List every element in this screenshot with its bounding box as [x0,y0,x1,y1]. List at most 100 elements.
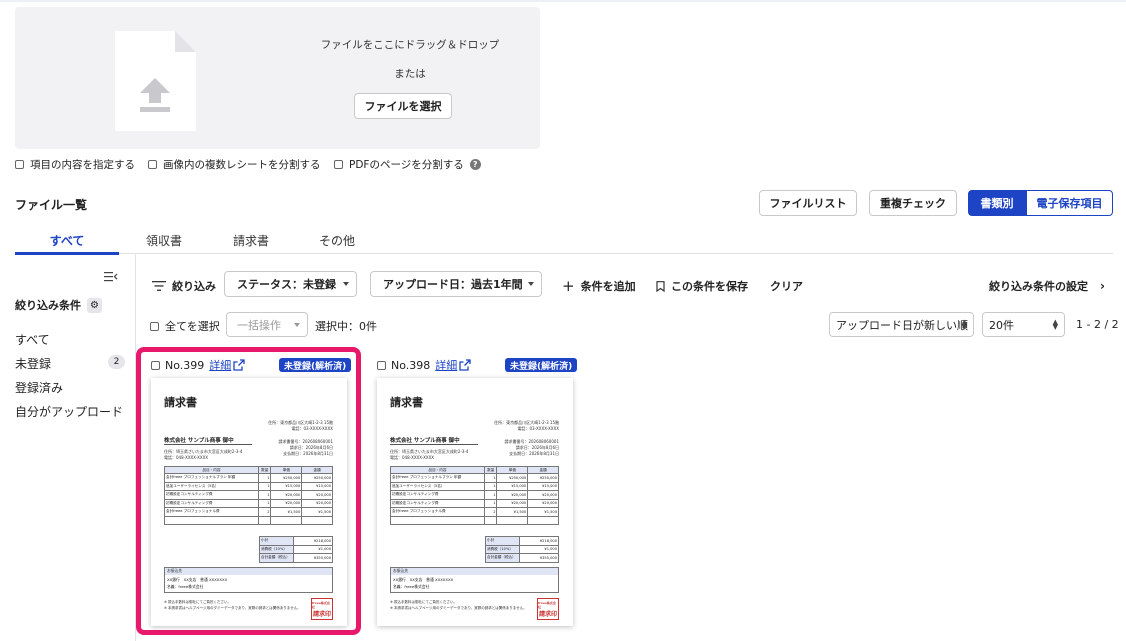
seal-text: 請求印 [538,610,557,618]
table-row: 会計freee プロフェッショナルプラン 年額 1 ¥250,000 ¥250,000 [164,473,333,483]
column-header: 数量 [483,466,498,474]
tab-receipt[interactable]: 領収書 [136,232,192,249]
tab-all[interactable]: すべて [15,232,119,249]
filter-settings-button[interactable]: 絞り込み条件の設定 › [989,278,1105,294]
table-cell: 初期設定コンサルティング費 [164,498,259,508]
card-checkbox[interactable] [377,360,386,370]
save-condition-button[interactable]: この条件を保存 [656,278,748,294]
company-seal: freee株式会社 請求印 [537,598,559,620]
chevron-right-icon: › [1100,279,1105,293]
option-split-pdf[interactable]: PDFのページを分割する ? [334,157,481,172]
invoice-thumbnail[interactable]: 請求書 住所：東京都品川区大崎1-2-3 15階 電話：03-XXXX-XXXX… [151,378,347,626]
by-type-toggle[interactable]: 書類別 [968,190,1026,216]
chevron-down-icon [343,282,349,286]
table-row: 初期設定コンサルティング費 1 ¥20,000 ¥20,000 [390,498,559,508]
card-checkbox[interactable] [151,360,160,370]
summary-value: ¥355,000 [519,553,559,563]
invoice-note: ※ 振込手数料は御社にてご負担ください。 [390,600,458,604]
table-row: 初期設定コンサルティング費 1 ¥20,000 ¥20,000 [164,498,333,508]
table-cell: ¥20,000 [527,498,559,508]
top-border [0,0,1126,2]
sidebar-item-registered[interactable]: 登録済み [15,379,63,396]
table-cell: ¥1,500 [496,507,529,517]
detail-link[interactable]: 詳細 [209,357,231,373]
option-specify-items[interactable]: 項目の内容を指定する [15,157,135,172]
tab-invoice[interactable]: 請求書 [223,232,279,249]
checkbox[interactable] [334,160,343,169]
table-cell: 1 [257,490,272,500]
card-header: No.398 詳細 [377,357,471,373]
table-cell: ¥15,000 [301,481,333,491]
table-cell: ¥20,000 [496,498,529,508]
external-link-icon[interactable] [233,359,245,371]
column-header: 単価 [496,466,529,474]
table-cell: ¥1,500 [527,507,559,517]
table-cell: 初期設定コンサルティング費 [164,490,259,500]
status-dropdown[interactable]: ステータス：未登録 [224,271,357,297]
table-cell: ¥250,000 [270,473,303,483]
sidebar-item-label: 未登録 [15,357,52,371]
detail-link[interactable]: 詳細 [435,357,457,373]
upload-dropzone[interactable]: ファイルをここにドラッグ＆ドロップ または ファイルを選択 [15,7,540,149]
per-page-dropdown[interactable]: 20件 ▲ ▼ [982,312,1065,337]
bookmark-icon [656,280,665,292]
table-header-row: 品目・内容 数量 単価 金額 [164,466,333,474]
bulk-action-dropdown[interactable]: 一括操作 [226,312,308,337]
selected-count: 選択中：0件 [315,320,377,333]
checkbox[interactable] [150,321,159,331]
count-badge: 2 [108,355,125,369]
column-header: 単価 [270,466,303,474]
table-cell [483,515,498,525]
bank-line: XX銀行 XX支店 普通 XXXXXXX [167,577,228,582]
seal-text: 請求印 [312,610,331,618]
checkbox[interactable] [15,160,24,169]
table-cell: 会計freee プロフェッショナルプラン 年額 [164,473,259,483]
sort-dropdown[interactable]: アップロード日が新しい順 ▲ ▼ [829,312,974,337]
table-cell: ¥15,000 [527,481,559,491]
updown-icon: ▲ ▼ [961,317,967,331]
summary-value: ¥218,000 [519,536,559,546]
e-storage-toggle[interactable]: 電子保存項目 [1026,190,1113,216]
updown-icon: ▲ ▼ [1052,317,1058,331]
duplicate-check-button[interactable]: 重複チェック [869,190,957,216]
sidebar-item-my-uploads[interactable]: 自分がアップロード [15,403,123,420]
table-row: 合計金額（税込） ¥355,000 [259,553,333,563]
save-condition-label: この条件を保存 [671,280,748,293]
upload-date-dropdown[interactable]: アップロード日：過去1年間 [370,271,542,297]
option-split-receipts[interactable]: 画像内の複数レシートを分割する [148,157,321,172]
recipient-name: 株式会社 サンプル商事 御中 [164,436,252,445]
collapse-sidebar-icon[interactable] [104,271,118,282]
table-row: 追加ユーザーライセンス（5名） 1 ¥15,000 ¥15,000 [390,481,559,491]
table-row: 消費税（10%） ¥1,000 [259,544,333,554]
add-condition-button[interactable]: + 条件を追加 [562,278,636,294]
select-file-button[interactable]: ファイルを選択 [354,93,452,119]
summary-label: 合計金額（税込） [259,553,294,563]
clear-button[interactable]: クリア [770,278,803,294]
table-cell: ¥20,000 [496,490,529,500]
upload-date-value: アップロード日：過去1年間 [383,278,523,291]
table-cell: ¥250,000 [301,473,333,483]
tab-other[interactable]: その他 [309,232,365,249]
tab-divider [15,253,1113,254]
status-value: ステータス：未登録 [237,278,336,291]
file-list-button[interactable]: ファイルリスト [759,190,857,216]
per-page-value: 20件 [989,318,1014,332]
filter-button[interactable]: 絞り込み [152,278,216,294]
option-label: PDFのページを分割する [349,159,464,171]
table-cell: ¥20,000 [301,490,333,500]
table-row [164,515,333,525]
help-icon[interactable]: ? [469,159,481,170]
table-cell [164,515,259,525]
table-cell: 1 [257,498,272,508]
sidebar-item-all[interactable]: すべて [15,331,50,348]
select-all[interactable]: 全てを選択 [150,318,220,334]
invoice-thumbnail[interactable]: 請求書 住所：東京都品川区大崎1-2-3 15階 電話：03-XXXX-XXXX… [377,378,573,626]
checkbox[interactable] [148,160,157,169]
sidebar-item-unregistered[interactable]: 未登録 2 [15,355,125,372]
summary-label: 小計 [259,536,294,546]
table-cell: 会計freee プロフェッショナルプラン 年額 [390,473,485,483]
gear-icon[interactable]: ⚙ [87,297,102,313]
external-link-icon[interactable] [459,359,471,371]
bank-info-box: お振込先 XX銀行 XX支店 普通 XXXXXXX 名義：freee株式会社 [390,567,559,593]
table-cell [270,515,303,525]
